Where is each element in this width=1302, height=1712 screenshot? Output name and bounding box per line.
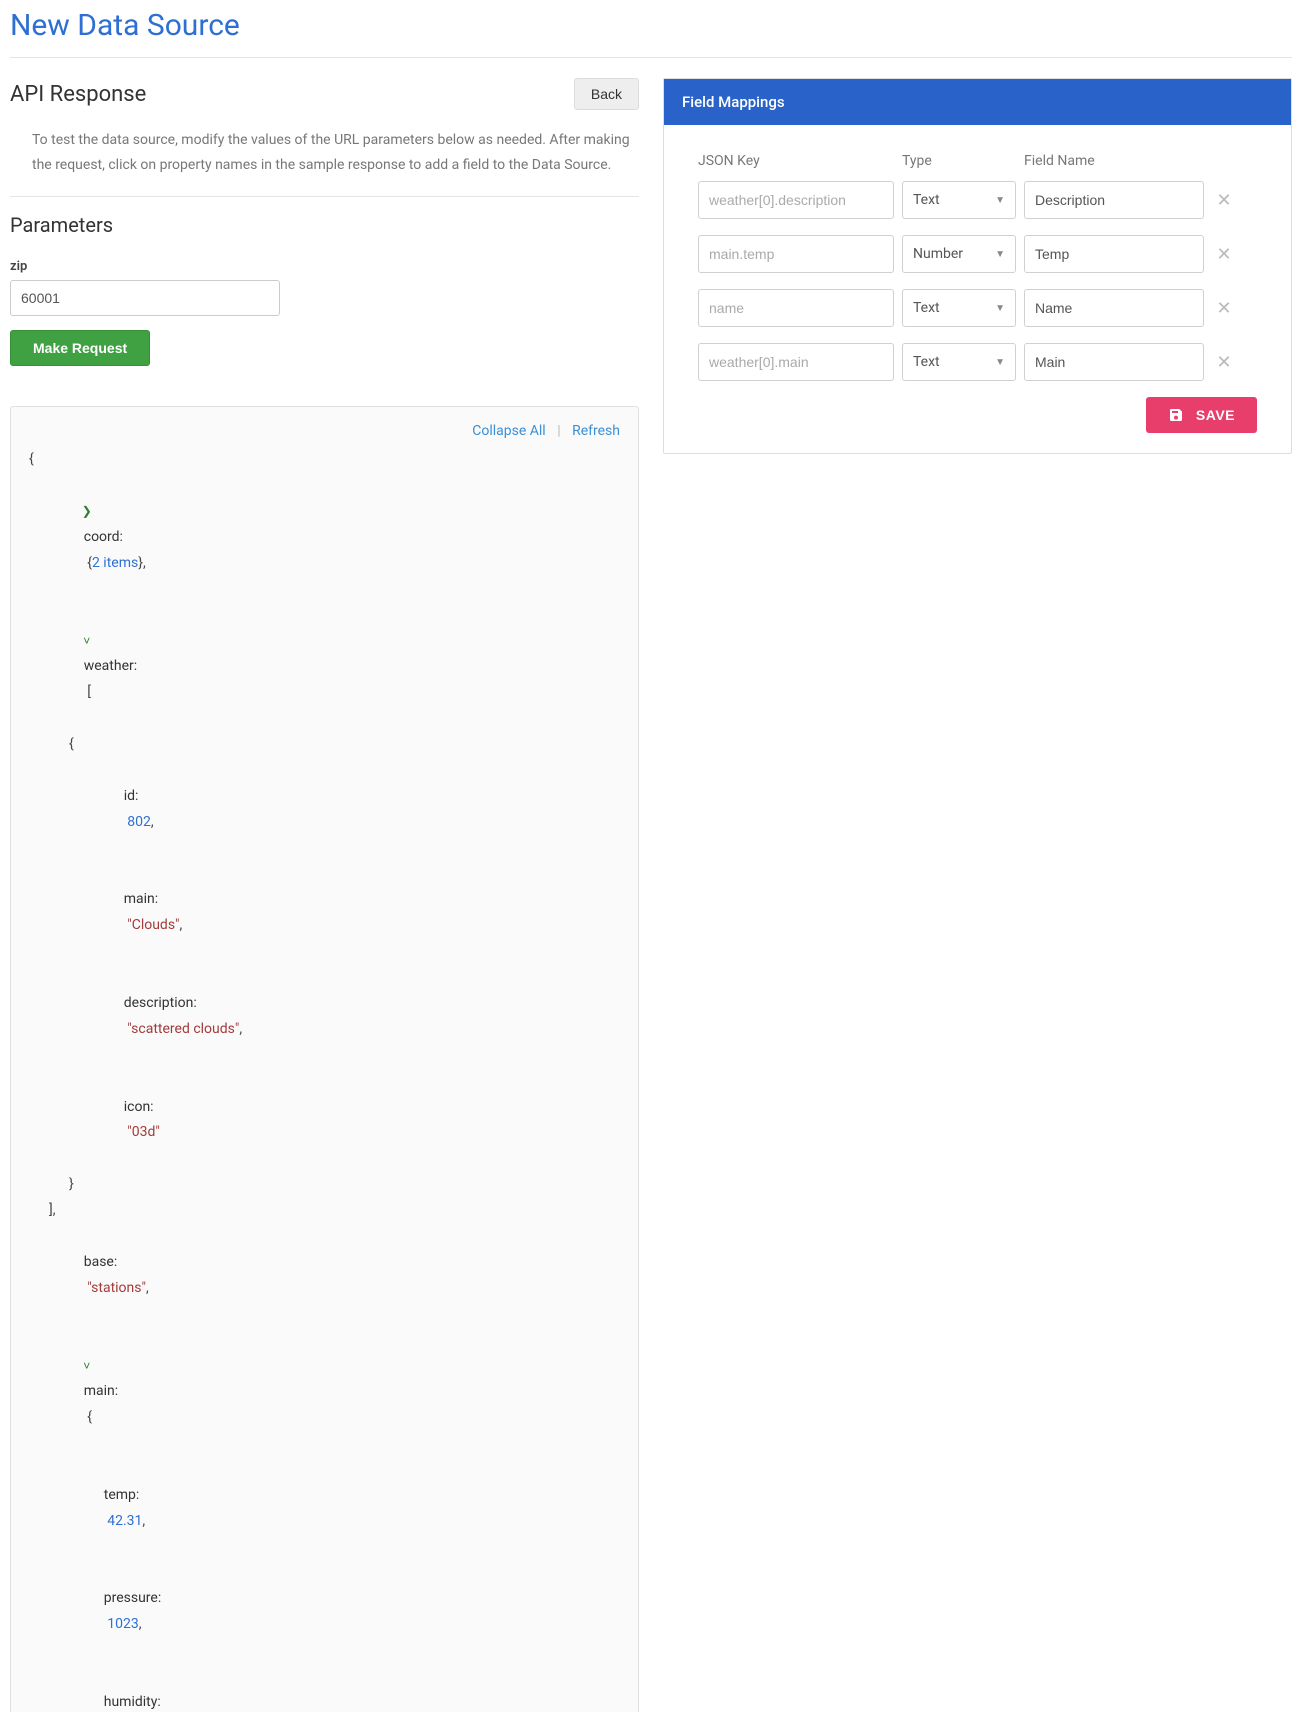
column-header-field-name: Field Name xyxy=(1024,153,1204,169)
remove-row-icon[interactable]: ✕ xyxy=(1212,244,1236,265)
json-key-id[interactable]: id: xyxy=(124,788,139,804)
json-key-main-obj[interactable]: main: xyxy=(84,1383,118,1399)
remove-row-icon[interactable]: ✕ xyxy=(1212,190,1236,211)
json-brace: { xyxy=(87,1409,92,1425)
json-val: 42.31 xyxy=(107,1513,142,1529)
column-header-json-key: JSON Key xyxy=(698,153,894,169)
json-key-base[interactable]: base: xyxy=(84,1254,118,1270)
api-response-title: API Response xyxy=(10,82,146,107)
mapping-row: Number ▼ ✕ xyxy=(698,235,1257,273)
json-key-weather[interactable]: weather: xyxy=(84,658,137,674)
type-select[interactable]: Text ▼ xyxy=(902,181,1016,219)
json-line: ], xyxy=(29,1198,620,1224)
json-coord-summary[interactable]: 2 items xyxy=(92,555,138,571)
field-name-input[interactable] xyxy=(1024,235,1204,273)
remove-row-icon[interactable]: ✕ xyxy=(1212,298,1236,319)
json-key-coord[interactable]: coord: xyxy=(84,529,123,545)
mapping-row: Text ▼ ✕ xyxy=(698,181,1257,219)
field-name-input[interactable] xyxy=(1024,181,1204,219)
back-button[interactable]: Back xyxy=(574,78,639,110)
json-key-temp[interactable]: temp: xyxy=(104,1487,140,1503)
json-key-icon[interactable]: icon: xyxy=(124,1099,154,1115)
json-response-panel: Collapse All | Refresh { ❯ coord: {2 ite… xyxy=(10,406,639,1712)
field-mappings-card: Field Mappings JSON Key Type Field Name … xyxy=(663,78,1292,454)
param-zip-input[interactable] xyxy=(10,280,280,316)
caret-down-icon: ▼ xyxy=(995,303,1005,314)
param-zip-label: zip xyxy=(10,259,639,274)
json-key-input[interactable] xyxy=(698,235,894,273)
field-name-input[interactable] xyxy=(1024,343,1204,381)
toolbar-separator: | xyxy=(557,423,560,439)
json-val: "stations" xyxy=(87,1280,146,1296)
json-val: "Clouds" xyxy=(127,917,179,933)
chevron-right-icon[interactable]: ❯ xyxy=(80,500,94,522)
collapse-all-link[interactable]: Collapse All xyxy=(472,423,545,439)
mapping-row: Text ▼ ✕ xyxy=(698,343,1257,381)
type-select[interactable]: Text ▼ xyxy=(902,343,1016,381)
save-icon xyxy=(1168,407,1184,423)
json-key-input[interactable] xyxy=(698,181,894,219)
make-request-button[interactable]: Make Request xyxy=(10,330,150,366)
save-button-label: SAVE xyxy=(1196,407,1235,423)
caret-down-icon: ▼ xyxy=(995,249,1005,260)
json-val: "scattered clouds" xyxy=(127,1021,239,1037)
column-header-type: Type xyxy=(902,153,1016,169)
type-select-value: Text xyxy=(913,354,940,370)
type-select-value: Text xyxy=(913,192,940,208)
type-select-value: Text xyxy=(913,300,940,316)
page-title: New Data Source xyxy=(10,0,1292,58)
json-val: 1023 xyxy=(107,1616,138,1632)
json-val: "03d" xyxy=(127,1124,160,1140)
parameters-title: Parameters xyxy=(10,213,639,237)
field-mappings-title: Field Mappings xyxy=(664,79,1291,125)
json-val: 802 xyxy=(127,814,151,830)
caret-down-icon: ▼ xyxy=(995,195,1005,206)
json-key-description[interactable]: description: xyxy=(124,995,197,1011)
json-line: } xyxy=(29,1172,620,1198)
refresh-link[interactable]: Refresh xyxy=(572,423,620,439)
json-key-humidity[interactable]: humidity: xyxy=(104,1694,161,1710)
json-line: { xyxy=(29,447,620,473)
json-tree[interactable]: { ❯ coord: {2 items}, ˅ weather: [ { id:… xyxy=(29,447,620,1712)
json-key-pressure[interactable]: pressure: xyxy=(104,1590,162,1606)
caret-down-icon: ▼ xyxy=(995,357,1005,368)
helper-text: To test the data source, modify the valu… xyxy=(10,124,639,197)
json-line: { xyxy=(29,732,620,758)
save-button[interactable]: SAVE xyxy=(1146,397,1257,433)
chevron-down-icon[interactable]: ˅ xyxy=(80,630,94,652)
field-name-input[interactable] xyxy=(1024,289,1204,327)
remove-row-icon[interactable]: ✕ xyxy=(1212,352,1236,373)
json-key-input[interactable] xyxy=(698,289,894,327)
json-bracket: [ xyxy=(87,684,91,700)
type-select[interactable]: Number ▼ xyxy=(902,235,1016,273)
json-key-main[interactable]: main: xyxy=(124,891,158,907)
type-select[interactable]: Text ▼ xyxy=(902,289,1016,327)
chevron-down-icon[interactable]: ˅ xyxy=(80,1355,94,1377)
mapping-row: Text ▼ ✕ xyxy=(698,289,1257,327)
json-key-input[interactable] xyxy=(698,343,894,381)
type-select-value: Number xyxy=(913,246,963,262)
